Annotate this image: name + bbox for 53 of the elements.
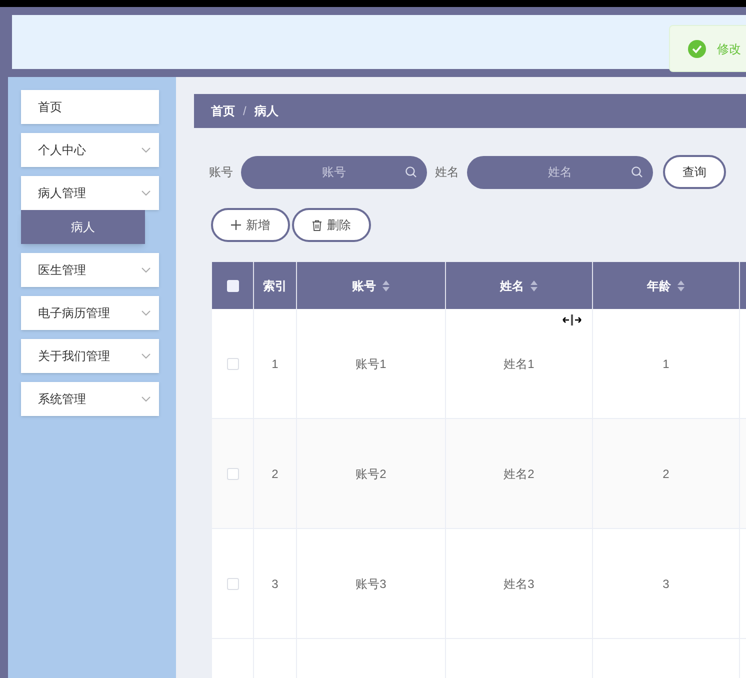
- submenu-item[interactable]: 病人: [21, 210, 145, 244]
- add-button[interactable]: 新增: [211, 208, 290, 242]
- table-cell-text: 3: [272, 576, 278, 592]
- table-cell-text: 姓名3: [504, 576, 534, 592]
- sort-icon[interactable]: [677, 280, 685, 292]
- table-cell-text: 账号2: [356, 466, 386, 482]
- table-row[interactable]: 2 账号2 姓名2 2: [212, 419, 746, 529]
- table-cell-text: 1: [662, 356, 670, 372]
- field-label: 姓名: [435, 164, 459, 181]
- checkbox[interactable]: [226, 358, 238, 370]
- checkbox[interactable]: [226, 468, 238, 480]
- chevron-down-icon: [141, 310, 151, 316]
- menu-item[interactable]: 电子病历管理: [21, 296, 159, 330]
- breadcrumb-link[interactable]: 病人: [254, 102, 278, 120]
- chevron-down-icon: [141, 147, 151, 153]
- query-button[interactable]: 查询: [663, 155, 726, 189]
- breadcrumb-separator: /: [243, 103, 246, 120]
- menu-item[interactable]: 医生管理: [21, 253, 159, 287]
- trash-icon: [312, 220, 322, 230]
- toast-message: 修改: [717, 40, 741, 58]
- sort-icon[interactable]: [382, 280, 390, 292]
- table-row[interactable]: 1 账号1 姓名1 1: [212, 309, 746, 419]
- table-cell-text: 姓名2: [504, 466, 534, 482]
- menu-item[interactable]: 个人中心: [21, 133, 159, 167]
- check-circle-icon: [687, 38, 707, 58]
- checkbox[interactable]: [226, 578, 238, 590]
- sort-icon[interactable]: [530, 280, 538, 292]
- chevron-down-icon: [141, 353, 151, 359]
- delete-button[interactable]: 删除: [292, 208, 371, 242]
- table-cell-text: 姓名1: [504, 356, 534, 372]
- table-cell-text: 3: [662, 576, 670, 592]
- table-cell-text: 账号3: [356, 576, 386, 592]
- resize-cursor-icon: [562, 314, 582, 326]
- menu-item[interactable]: 病人管理: [21, 176, 159, 210]
- table-cell-text: 1: [272, 356, 278, 372]
- menu-item[interactable]: 系统管理: [21, 382, 159, 416]
- chevron-down-icon: [141, 190, 151, 196]
- menu-item[interactable]: 关于我们管理: [21, 339, 159, 373]
- plus-icon: [231, 220, 241, 230]
- checkbox[interactable]: [226, 280, 238, 292]
- search-icon: [631, 166, 643, 178]
- table-row[interactable]: 3 账号3 姓名3 3: [212, 529, 746, 639]
- field-label: 账号: [209, 164, 233, 181]
- chevron-down-icon: [141, 396, 151, 402]
- menu-item[interactable]: 首页: [21, 90, 159, 124]
- search-icon: [405, 166, 417, 178]
- table-cell-text: 2: [272, 466, 278, 482]
- chevron-down-icon: [141, 267, 151, 273]
- breadcrumb-link[interactable]: 首页: [211, 102, 235, 120]
- table-cell-text: 2: [662, 466, 670, 482]
- table-cell-text: 账号1: [356, 356, 386, 372]
- search-field[interactable]: 姓名: [467, 156, 653, 188]
- search-field[interactable]: 账号: [241, 156, 427, 188]
